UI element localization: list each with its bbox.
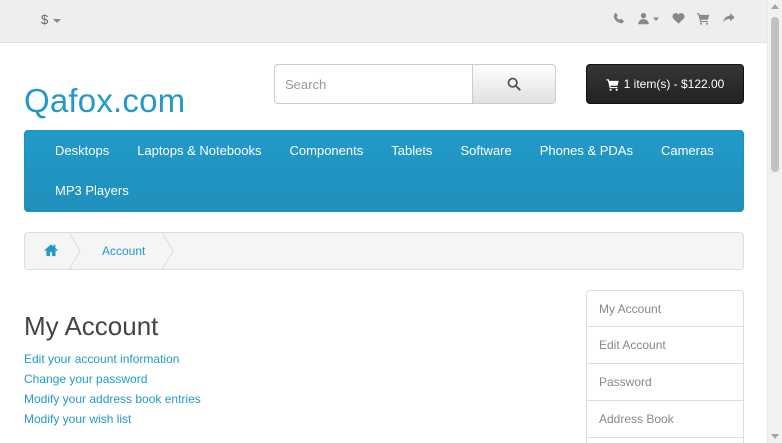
home-icon (44, 244, 58, 257)
scroll-down-arrow[interactable] (771, 434, 779, 439)
scroll-up-arrow[interactable] (771, 4, 779, 9)
search-group (274, 64, 556, 104)
menu-item-components[interactable]: Components (276, 131, 378, 171)
cart-total: 1 item(s) - $122.00 (623, 77, 725, 91)
phone-icon[interactable] (612, 12, 625, 25)
link-change-password[interactable]: Change your password (24, 372, 201, 392)
page-scrollbar[interactable] (767, 0, 782, 443)
breadcrumb-separator (161, 231, 174, 271)
top-links (612, 12, 735, 25)
sidebar-item-partial[interactable] (586, 438, 744, 443)
cart-icon[interactable] (697, 12, 710, 25)
caret-down-icon (53, 18, 62, 23)
link-address-book[interactable]: Modify your address book entries (24, 392, 201, 412)
menu-item-phones[interactable]: Phones & PDAs (526, 131, 647, 171)
top-bar: $ (0, 0, 767, 43)
menu-item-mp3-players[interactable]: MP3 Players (41, 171, 143, 211)
breadcrumb-separator (68, 231, 81, 271)
menu-item-tablets[interactable]: Tablets (377, 131, 446, 171)
share-icon[interactable] (722, 12, 735, 25)
sidebar-item-my-account[interactable]: My Account (586, 290, 744, 327)
site-logo[interactable]: Qafox.com (24, 82, 185, 120)
search-icon (507, 77, 521, 91)
sidebar-item-password[interactable]: Password (586, 364, 744, 401)
breadcrumb: Account (24, 231, 744, 271)
link-wish-list[interactable]: Modify your wish list (24, 412, 201, 432)
menu-item-desktops[interactable]: Desktops (41, 131, 123, 171)
scroll-thumb[interactable] (771, 17, 779, 172)
main-menu: Desktops Laptops & Notebooks Components … (24, 130, 744, 212)
menu-item-cameras[interactable]: Cameras (647, 131, 728, 171)
search-button[interactable] (472, 64, 556, 104)
cart-icon (606, 78, 619, 91)
breadcrumb-home[interactable] (44, 243, 58, 260)
heart-icon[interactable] (672, 12, 685, 25)
currency-symbol: $ (41, 12, 49, 27)
account-sidebar: My Account Edit Account Password Address… (586, 290, 744, 443)
currency-dropdown[interactable]: $ (41, 12, 62, 27)
cart-button[interactable]: 1 item(s) - $122.00 (586, 64, 744, 104)
sidebar-item-address-book[interactable]: Address Book (586, 401, 744, 438)
link-edit-account[interactable]: Edit your account information (24, 352, 201, 372)
search-input[interactable] (274, 64, 472, 104)
breadcrumb-account[interactable]: Account (102, 244, 145, 258)
account-links: Edit your account information Change you… (24, 352, 201, 432)
user-dropdown[interactable] (637, 12, 660, 25)
menu-item-laptops[interactable]: Laptops & Notebooks (123, 131, 275, 171)
menu-item-software[interactable]: Software (446, 131, 525, 171)
user-icon (638, 12, 649, 25)
sidebar-item-edit-account[interactable]: Edit Account (586, 327, 744, 364)
page-title: My Account (24, 311, 159, 341)
caret-down-icon (653, 17, 659, 21)
